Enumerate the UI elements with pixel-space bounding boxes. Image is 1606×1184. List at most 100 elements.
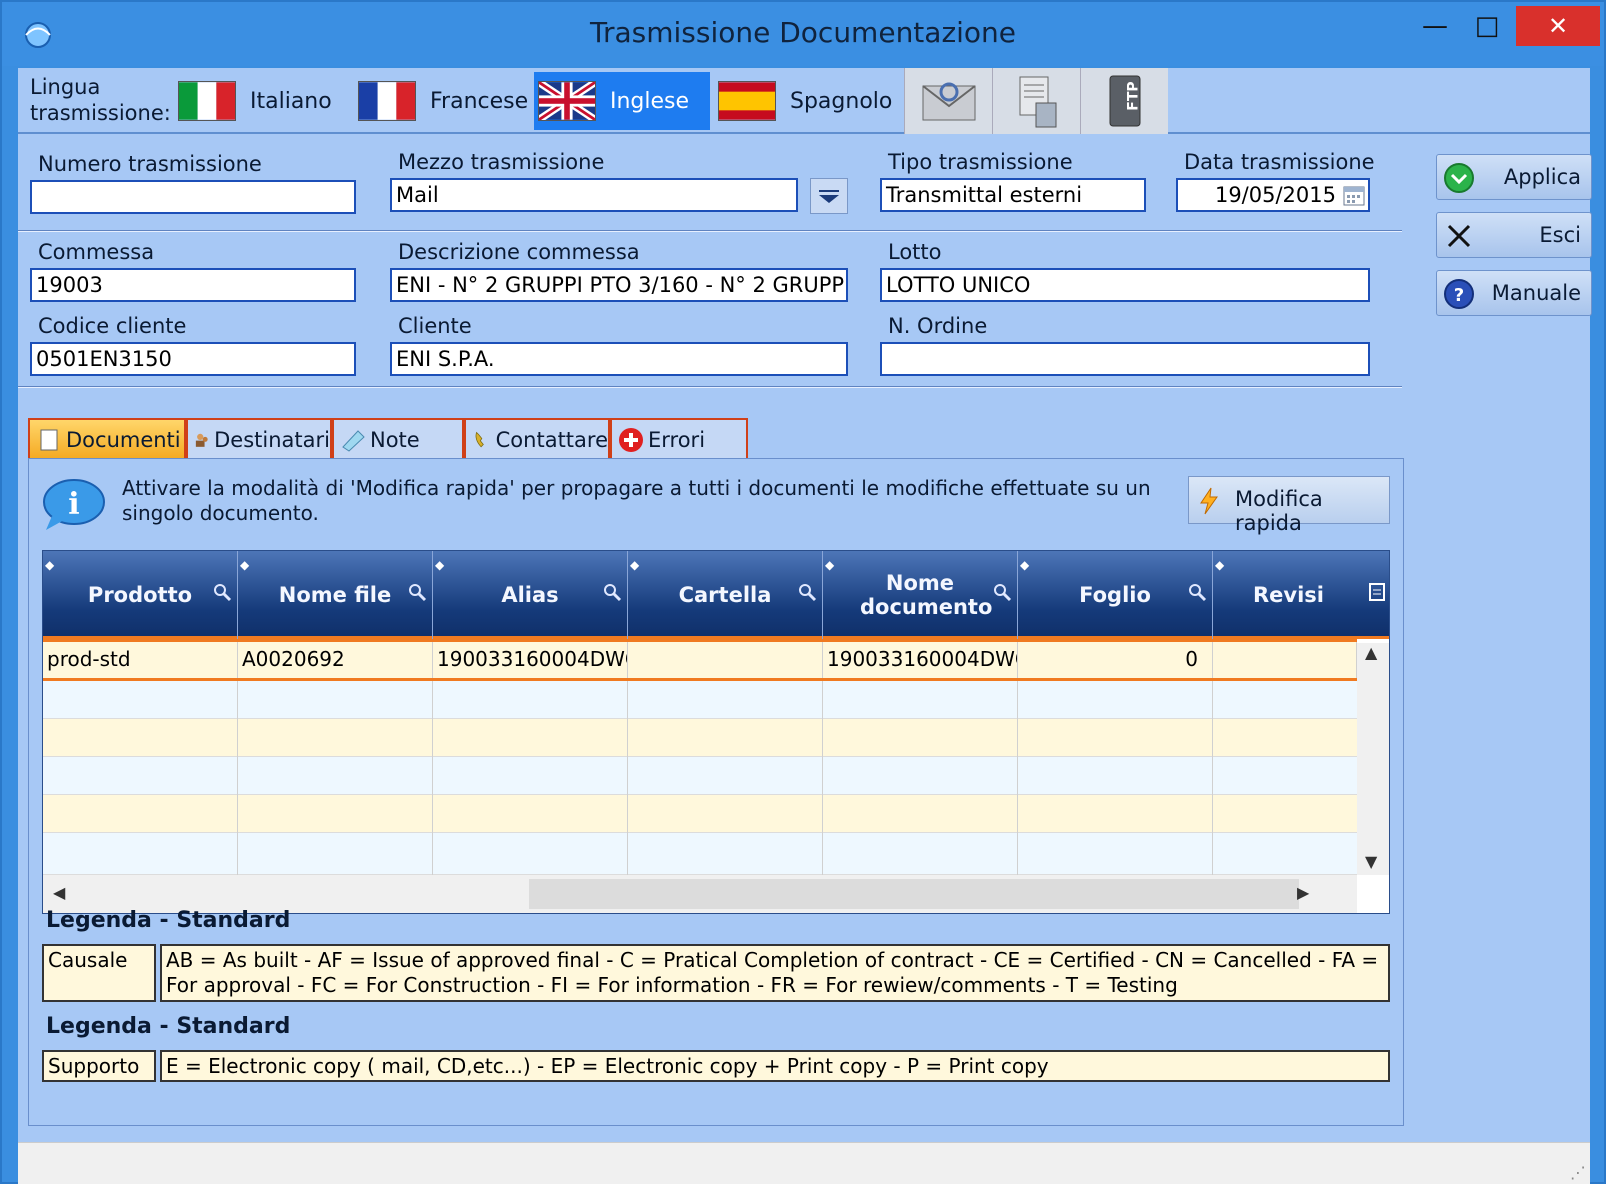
info-message: Attivare la modalità di 'Modifica rapida… [122, 476, 1151, 525]
status-bar: ⋰ [18, 1142, 1590, 1184]
mezzo-trasmissione-field[interactable]: Mail [390, 178, 798, 212]
lang-inglese[interactable]: Inglese [534, 72, 710, 130]
tipo-trasmissione-field[interactable]: Transmittal esterni [880, 178, 1146, 212]
col-revisione-header[interactable]: ◆ Revisi [1213, 551, 1389, 639]
sort-icon[interactable]: ◆ [1215, 553, 1224, 577]
numero-trasmissione-label: Numero trasmissione [38, 152, 262, 176]
col-prodotto-header[interactable]: ◆ Prodotto [43, 551, 238, 639]
n-ordine-field[interactable] [880, 342, 1370, 376]
col-nome-documento-label: Nome documento [860, 571, 993, 619]
col-foglio-header[interactable]: ◆ Foglio [1018, 551, 1213, 639]
close-icon [1447, 224, 1471, 248]
scroll-left-icon[interactable]: ◀ [53, 883, 65, 902]
esci-label: Esci [1539, 223, 1581, 247]
tab-destinatari[interactable]: Destinatari [186, 418, 332, 460]
legend-value-causale: AB = As built - AF = Issue of approved f… [160, 944, 1390, 1002]
sort-icon[interactable]: ◆ [630, 553, 639, 577]
chevron-down-icon [819, 190, 839, 203]
commessa-label: Commessa [38, 240, 155, 264]
codice-cliente-field[interactable]: 0501EN3150 [30, 342, 356, 376]
cell-prodotto[interactable]: prod-std [43, 642, 238, 678]
codice-cliente-label: Codice cliente [38, 314, 187, 338]
phone-icon [475, 431, 484, 448]
resize-grip-icon[interactable]: ⋰ [1570, 1163, 1586, 1182]
sort-icon[interactable]: ◆ [45, 553, 54, 577]
col-alias-label: Alias [501, 583, 559, 607]
manuale-button[interactable]: ? Manuale [1436, 270, 1592, 316]
svg-text:?: ? [1454, 285, 1464, 306]
sort-icon[interactable]: ◆ [240, 553, 249, 577]
cell-foglio[interactable]: 0 [1018, 642, 1213, 678]
table-row[interactable]: prod-std A0020692 190033160004DWG 190033… [43, 639, 1357, 681]
cliente-field[interactable]: ENI S.P.A. [390, 342, 848, 376]
uk-flag-icon [538, 81, 596, 121]
cell-cartella[interactable] [628, 642, 823, 678]
tab-destinatari-label: Destinatari [214, 428, 330, 452]
lang-italiano-label: Italiano [250, 88, 332, 114]
lang-italiano[interactable]: Italiano [174, 72, 344, 130]
tab-documenti[interactable]: Documenti [28, 418, 186, 460]
lotto-field[interactable]: LOTTO UNICO [880, 268, 1370, 302]
svg-text:i: i [68, 487, 79, 522]
applica-button[interactable]: Applica [1436, 154, 1592, 200]
lang-spagnolo[interactable]: Spagnolo [714, 72, 898, 130]
cell-alias[interactable]: 190033160004DWG [433, 642, 628, 678]
tab-errori-label: Errori [648, 428, 706, 452]
modifica-rapida-button[interactable]: Modifica rapida [1188, 476, 1390, 535]
mail-tool-button[interactable] [904, 68, 992, 134]
filter-search-icon[interactable] [1186, 581, 1208, 603]
table-row-empty [43, 719, 1357, 757]
calendar-icon[interactable] [1342, 183, 1366, 207]
col-alias-header[interactable]: ◆ Alias [433, 551, 628, 639]
lang-inglese-label: Inglese [610, 88, 690, 114]
descrizione-commessa-field[interactable]: ENI - N° 2 GRUPPI PTO 3/160 - N° 2 GRUPP… [390, 268, 848, 302]
lang-francese[interactable]: Francese [354, 72, 534, 130]
col-foglio-label: Foglio [1079, 583, 1151, 607]
mezzo-dropdown-button[interactable] [810, 178, 848, 214]
esci-button[interactable]: Esci [1436, 212, 1592, 258]
tab-note[interactable]: Note [332, 418, 464, 460]
filter-search-icon[interactable] [211, 581, 233, 603]
document-tool-button[interactable] [992, 68, 1080, 134]
tab-errori[interactable]: Errori [610, 418, 748, 460]
data-trasmissione-field[interactable]: 19/05/2015 [1176, 178, 1370, 212]
scroll-down-icon[interactable]: ▼ [1365, 852, 1377, 871]
filter-search-icon[interactable] [601, 581, 623, 603]
commessa-field[interactable]: 19003 [30, 268, 356, 302]
minimize-button[interactable]: — [1410, 6, 1460, 46]
column-chooser-icon[interactable] [1367, 581, 1387, 603]
cell-revisione[interactable] [1213, 642, 1357, 678]
close-button[interactable]: ✕ [1516, 6, 1600, 46]
scroll-up-icon[interactable]: ▲ [1365, 643, 1377, 662]
document-icon [1019, 76, 1056, 128]
maximize-button[interactable]: □ [1462, 6, 1512, 46]
sort-icon[interactable]: ◆ [825, 553, 834, 577]
cell-nome-documento[interactable]: 190033160004DWG [823, 642, 1018, 678]
filter-search-icon[interactable] [991, 581, 1013, 603]
separator-1 [18, 230, 1402, 232]
col-nome-file-header[interactable]: ◆ Nome file [238, 551, 433, 639]
scroll-right-icon[interactable]: ▶ [1297, 883, 1309, 902]
col-nome-documento-header[interactable]: ◆ Nome documento [823, 551, 1018, 639]
sort-icon[interactable]: ◆ [1020, 553, 1029, 577]
italy-flag-icon [178, 81, 236, 121]
filter-search-icon[interactable] [406, 581, 428, 603]
ftp-tool-button[interactable]: FTP [1080, 68, 1168, 134]
tab-contattare[interactable]: Contattare [464, 418, 610, 460]
filter-search-icon[interactable] [796, 581, 818, 603]
sort-icon[interactable]: ◆ [435, 553, 444, 577]
legend-key-supporto: Supporto [42, 1050, 156, 1082]
col-cartella-header[interactable]: ◆ Cartella [628, 551, 823, 639]
modifica-rapida-label: Modifica rapida [1235, 487, 1323, 535]
document-icon [40, 429, 58, 451]
cell-nome-file[interactable]: A0020692 [238, 642, 433, 678]
lotto-label: Lotto [888, 240, 942, 264]
col-prodotto-label: Prodotto [87, 583, 193, 607]
scroll-thumb[interactable] [529, 879, 1299, 909]
lang-spagnolo-label: Spagnolo [790, 88, 893, 114]
numero-trasmissione-field[interactable] [30, 180, 356, 214]
ftp-icon [1109, 75, 1140, 127]
vertical-scrollbar[interactable]: ▲ ▼ [1357, 643, 1389, 875]
col-cartella-label: Cartella [678, 583, 772, 607]
ftp-label: FTP [1125, 81, 1142, 111]
